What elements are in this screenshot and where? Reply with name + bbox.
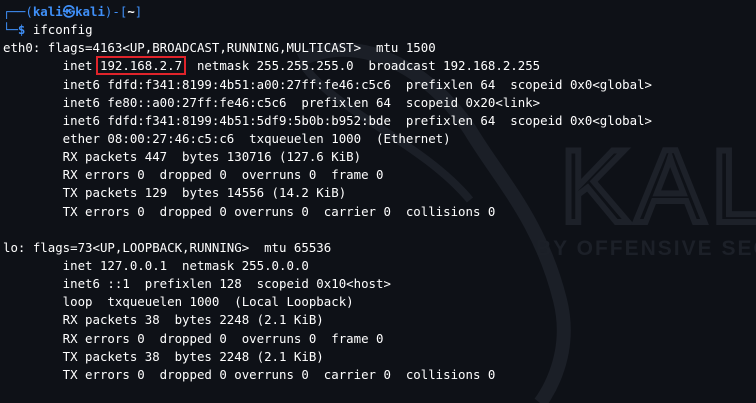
prompt-frame: ┌──( [3, 4, 33, 19]
eth0-inet6-global-2: inet6 fdfd:f341:8199:4b51:5df9:5b0b:b952… [3, 112, 653, 128]
command-text: ifconfig [32, 22, 93, 38]
lo-tx-errors: TX errors 0 dropped 0 overruns 0 carrier… [3, 366, 496, 382]
lo-header: lo: flags=73<UP,LOOPBACK,RUNNING> mtu 65… [3, 239, 332, 255]
prompt-path: ~ [127, 4, 135, 19]
eth0-tx-errors: TX errors 0 dropped 0 overruns 0 carrier… [3, 203, 496, 219]
eth0-inet-label: inet [3, 58, 100, 74]
eth0-tx-packets: TX packets 129 bytes 14556 (14.2 KiB) [3, 185, 347, 201]
prompt-frame-bottom: └─ [3, 22, 18, 38]
lo-rx-errors: RX errors 0 dropped 0 overruns 0 frame 0 [3, 330, 384, 346]
kali-at-icon: ㉿ [62, 4, 76, 19]
eth0-rx-errors: RX errors 0 dropped 0 overruns 0 frame 0 [3, 167, 384, 183]
lo-rx-packets: RX packets 38 bytes 2248 (2.1 KiB) [3, 312, 324, 328]
eth0-inet6-link: inet6 fe80::a00:27ff:fe46:c5c6 prefixlen… [3, 94, 541, 110]
eth0-ether: ether 08:00:27:46:c5:c6 txqueuelen 1000 … [3, 130, 451, 146]
prompt-bracket-close: ] [134, 4, 143, 19]
prompt-dollar: $ [17, 22, 26, 38]
eth0-inet-line: inet 192.168.2.7 netmask 255.255.255.0 b… [3, 56, 652, 76]
lo-tx-packets: TX packets 38 bytes 2248 (2.1 KiB) [3, 348, 324, 364]
eth0-header: eth0: flags=4163<UP,BROADCAST,RUNNING,MU… [3, 40, 436, 56]
prompt-user: kali [32, 4, 63, 19]
prompt-line-command: └─$ ifconfig [3, 21, 652, 39]
terminal-window[interactable]: KALI BY OFFENSIVE SEC ┌──(kali㉿kali)-[~]… [0, 0, 756, 403]
eth0-inet6-global-1: inet6 fdfd:f341:8199:4b51:a00:27ff:fe46:… [3, 76, 653, 92]
prompt-separator: )-[ [104, 4, 128, 19]
prompt-host: kali [75, 4, 105, 19]
prompt-line-top: ┌──(kali㉿kali)-[~] [3, 3, 652, 21]
lo-loop: loop txqueuelen 1000 (Local Loopback) [3, 294, 354, 310]
lo-inet6: inet6 ::1 prefixlen 128 scopeid 0x10<hos… [3, 276, 391, 292]
eth0-rx-packets: RX packets 447 bytes 130716 (127.6 KiB) [3, 149, 362, 165]
terminal-output: ┌──(kali㉿kali)-[~] └─$ ifconfig eth0: fl… [3, 3, 652, 384]
eth0-inet-rest: netmask 255.255.255.0 broadcast 192.168.… [182, 58, 541, 74]
lo-inet: inet 127.0.0.1 netmask 255.0.0.0 [3, 257, 309, 273]
eth0-ip-address-highlight: 192.168.2.7 [95, 56, 187, 76]
